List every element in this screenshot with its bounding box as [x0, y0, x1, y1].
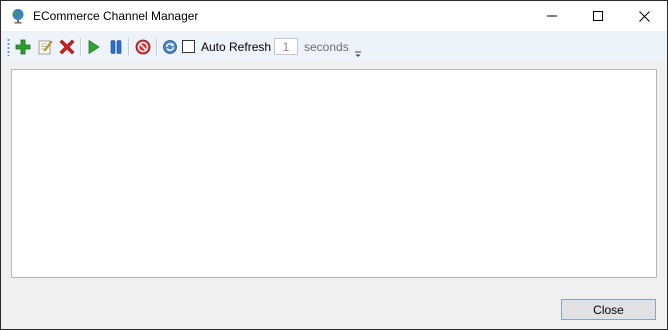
chevron-down-icon — [355, 51, 361, 57]
add-icon — [15, 39, 31, 55]
minimize-icon — [547, 15, 557, 17]
stop-icon — [135, 39, 151, 55]
start-button[interactable] — [82, 36, 104, 58]
title-bar: ECommerce Channel Manager — [1, 1, 667, 31]
interval-unit-label: seconds — [304, 40, 349, 54]
edit-channel-button[interactable] — [34, 36, 56, 58]
auto-refresh-checkbox[interactable] — [182, 40, 195, 53]
window-close-button[interactable] — [621, 1, 667, 31]
pause-icon — [110, 40, 122, 54]
refresh-interval-input[interactable] — [274, 38, 298, 55]
refresh-button[interactable] — [159, 36, 181, 58]
close-icon — [638, 10, 650, 22]
play-icon — [88, 39, 100, 55]
pause-button[interactable] — [105, 36, 127, 58]
auto-refresh-label[interactable]: Auto Refresh — [201, 40, 271, 54]
toolbar-separator — [80, 38, 81, 56]
toolbar: Auto Refresh seconds — [1, 32, 667, 61]
edit-icon — [38, 40, 53, 55]
add-channel-button[interactable] — [12, 36, 34, 58]
maximize-icon — [593, 11, 603, 21]
app-window: ECommerce Channel Manager Auto Refresh 1… — [0, 0, 668, 330]
toolbar-grip[interactable] — [7, 38, 10, 56]
minimize-button[interactable] — [529, 1, 575, 31]
toolbar-separator — [128, 38, 129, 56]
window-title: ECommerce Channel Manager — [33, 9, 199, 23]
channel-list[interactable] — [11, 69, 657, 278]
close-button[interactable]: Close — [561, 299, 656, 320]
stop-button[interactable] — [132, 36, 154, 58]
delete-channel-button[interactable] — [56, 36, 78, 58]
delete-icon — [59, 39, 75, 55]
refresh-icon — [163, 40, 177, 54]
globe-icon — [10, 8, 26, 24]
maximize-button[interactable] — [575, 1, 621, 31]
toolbar-separator — [156, 38, 157, 56]
toolbar-overflow-button[interactable] — [354, 48, 362, 58]
